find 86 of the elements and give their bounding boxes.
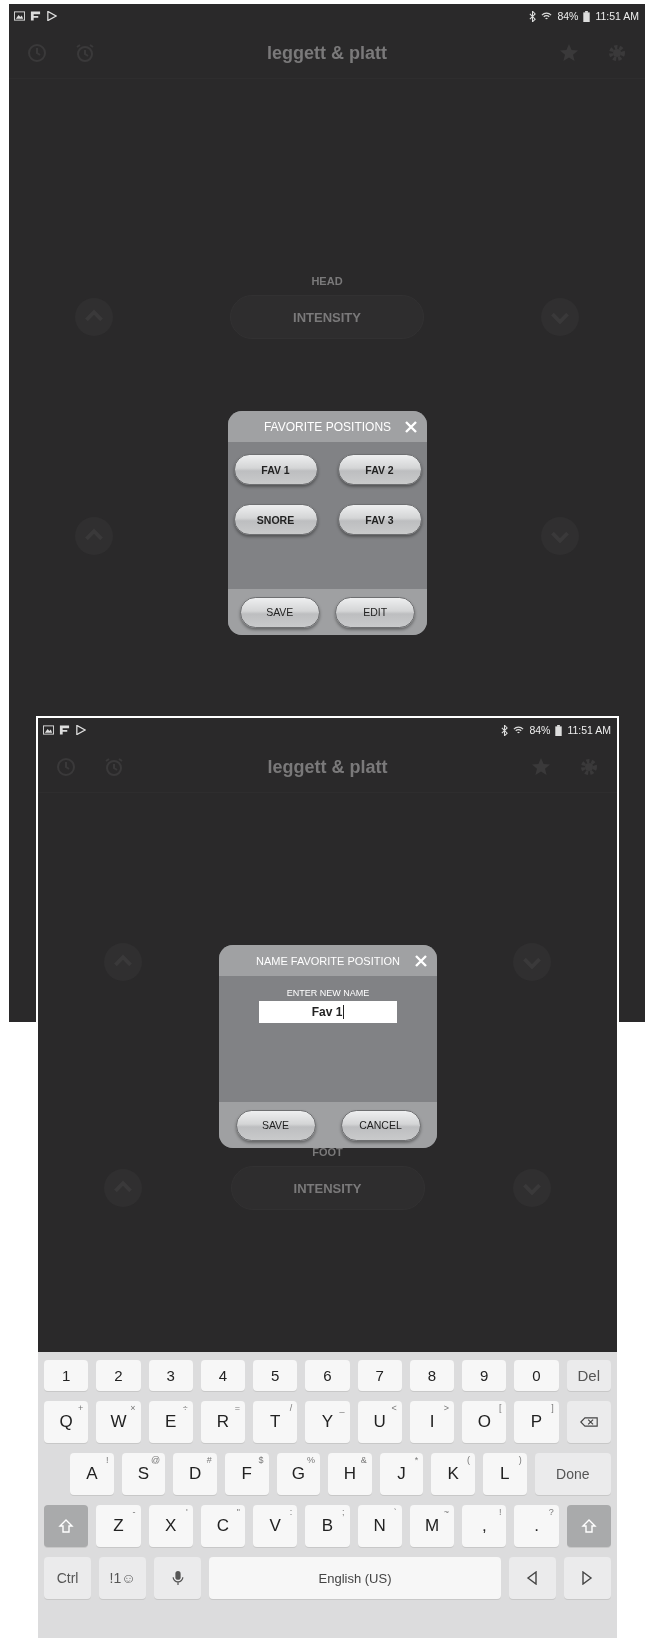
favorite-button[interactable]: FAV 2	[337, 454, 422, 485]
keyboard-key[interactable]: K (	[431, 1453, 475, 1495]
keyboard-key[interactable]: X '	[148, 1505, 193, 1547]
keyboard-key[interactable]: 8	[409, 1360, 455, 1391]
input-label: ENTER NEW NAME	[286, 988, 370, 998]
keyboard-key[interactable]: R =	[200, 1401, 246, 1443]
keyboard-key[interactable]: V :	[253, 1505, 298, 1547]
dialog-button[interactable]: SAVE	[239, 596, 320, 628]
dialog-title: FAVORITE POSITIONS	[263, 419, 392, 434]
shift-key[interactable]	[566, 1505, 611, 1547]
keyboard-key[interactable]: E ÷	[148, 1401, 193, 1443]
keyboard-key[interactable]: O [	[462, 1401, 507, 1443]
wifi-icon	[513, 725, 525, 735]
close-icon[interactable]	[405, 420, 417, 433]
space-bar[interactable]: English (US)	[209, 1557, 501, 1599]
shift-arrow-icon	[57, 1519, 76, 1533]
section-label: HEAD	[311, 275, 343, 287]
app-title: leggett & platt	[266, 42, 388, 64]
keyboard-key[interactable]: 1	[44, 1360, 89, 1391]
play-icon	[46, 11, 57, 21]
image-icon	[14, 11, 25, 21]
battery-icon	[583, 10, 591, 22]
keyboard-key[interactable]: 6	[305, 1360, 350, 1391]
keyboard-key[interactable]: L )	[483, 1453, 527, 1495]
shift-key[interactable]	[44, 1505, 89, 1547]
play-icon	[75, 725, 86, 735]
keyboard-key[interactable]: G %	[276, 1453, 321, 1495]
keyboard-key[interactable]: 9	[462, 1360, 507, 1391]
keyboard-key[interactable]: B ;	[305, 1505, 350, 1547]
microphone-key[interactable]	[154, 1557, 202, 1599]
keyboard-key[interactable]: M ~	[409, 1505, 455, 1547]
flag-icon	[59, 725, 70, 735]
dialog-button[interactable]: CANCEL	[340, 1109, 421, 1141]
keyboard-key[interactable]: Ctrl	[44, 1557, 92, 1599]
keyboard-key[interactable]: Del	[566, 1360, 611, 1391]
backspace-icon	[579, 1415, 598, 1429]
dialog-button[interactable]: SAVE	[235, 1109, 316, 1141]
wifi-icon	[541, 11, 553, 21]
keyboard-key[interactable]: Y _	[305, 1401, 350, 1443]
keyboard-key[interactable]: S @	[121, 1453, 166, 1495]
keyboard-key[interactable]: J *	[379, 1453, 424, 1495]
keyboard-key[interactable]: 0	[514, 1360, 559, 1391]
keyboard-key[interactable]: N `	[357, 1505, 402, 1547]
app-title: leggett & platt	[266, 756, 389, 778]
favorite-button[interactable]: FAV 1	[233, 454, 318, 485]
keyboard-key[interactable]: U <	[357, 1401, 402, 1443]
left-arrow-key[interactable]	[508, 1557, 556, 1599]
flag-icon	[30, 11, 41, 21]
keyboard-key[interactable]: H &	[328, 1453, 372, 1495]
done-key[interactable]: Done	[534, 1453, 611, 1495]
clock-time: 11:51 AM	[567, 724, 611, 736]
dialog-title: NAME FAVORITE POSITION	[255, 954, 400, 967]
keyboard-key[interactable]: Z -	[96, 1505, 141, 1547]
shift-arrow-icon	[579, 1519, 598, 1533]
battery-icon	[555, 724, 563, 736]
clock-time: 11:51 AM	[595, 10, 639, 22]
keyboard-key[interactable]: A !	[70, 1453, 114, 1495]
section-label: FOOT	[312, 1146, 343, 1158]
keyboard-key[interactable]: 5	[253, 1360, 298, 1391]
keyboard-key[interactable]: 3	[148, 1360, 193, 1391]
name-input-field[interactable]: Fav 1	[259, 1001, 397, 1023]
keyboard-key[interactable]: , !	[462, 1505, 507, 1547]
keyboard-key[interactable]: 4	[200, 1360, 246, 1391]
bluetooth-icon	[529, 10, 537, 22]
right-arrow-key[interactable]	[563, 1557, 611, 1599]
keyboard-key[interactable]: I >	[409, 1401, 455, 1443]
keyboard-key[interactable]: W ×	[96, 1401, 141, 1443]
keyboard-key[interactable]: Q +	[44, 1401, 89, 1443]
favorite-button[interactable]: SNORE	[233, 504, 318, 535]
battery-percent: 84%	[529, 724, 551, 736]
keyboard-key[interactable]: 7	[357, 1360, 402, 1391]
keyboard-key[interactable]: C "	[200, 1505, 246, 1547]
keyboard-key[interactable]: D #	[173, 1453, 217, 1495]
keyboard-key[interactable]: . ?	[514, 1505, 559, 1547]
keyboard-key[interactable]: T /	[253, 1401, 298, 1443]
battery-percent: 84%	[557, 10, 579, 22]
keyboard-key[interactable]: !1☺	[99, 1557, 147, 1599]
backspace-key[interactable]	[566, 1401, 611, 1443]
close-icon[interactable]	[415, 954, 427, 967]
bluetooth-icon	[501, 724, 509, 736]
keyboard-key[interactable]: F $	[224, 1453, 269, 1495]
image-icon	[43, 725, 54, 735]
keyboard-key[interactable]: P ]	[514, 1401, 559, 1443]
dialog-button[interactable]: EDIT	[335, 596, 416, 628]
keyboard-key[interactable]: 2	[96, 1360, 141, 1391]
favorite-button[interactable]: FAV 3	[337, 504, 422, 535]
